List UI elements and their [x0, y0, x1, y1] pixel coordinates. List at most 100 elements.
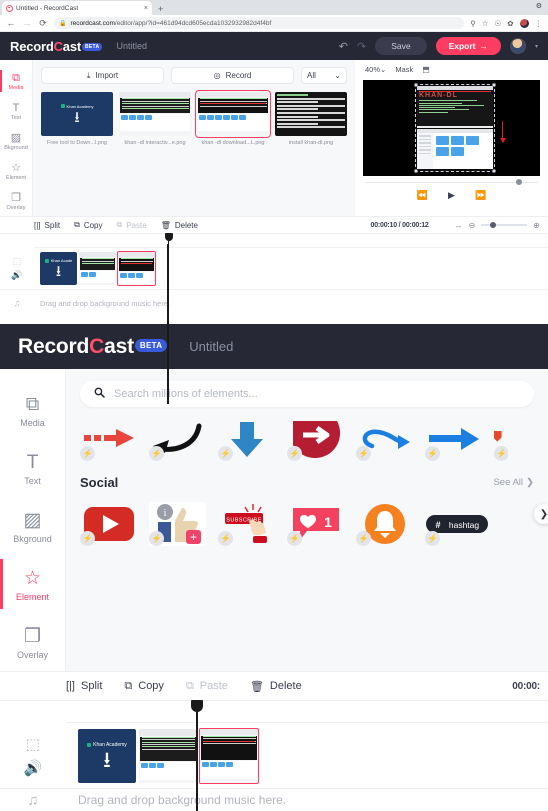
sidebar-item-text[interactable]: T Text [0, 439, 65, 497]
star-icon[interactable]: ☆ [482, 19, 489, 28]
timeline-ruler[interactable] [34, 234, 548, 248]
element-orange-arrow-partial[interactable]: ⚡ [494, 417, 508, 461]
element-youtube-play-button[interactable]: ⚡ [80, 502, 137, 546]
element-red-circle-arrow-right[interactable]: ⚡ [287, 417, 344, 461]
audio-mute-icon[interactable]: 🔊 [11, 270, 22, 281]
element-blue-straight-arrow[interactable]: ⚡ [425, 417, 482, 461]
media-item[interactable]: khan -dl download...L.png [195, 90, 271, 146]
copy-button[interactable]: ⧉ Copy [124, 680, 164, 693]
timeline-clip[interactable]: Khan Academy ⭳ [78, 728, 136, 783]
carousel-next-button[interactable]: ❯ [534, 504, 548, 524]
paste-button: ⧉ Paste [116, 220, 147, 230]
playhead[interactable] [192, 700, 202, 811]
project-title[interactable]: Untitled [116, 41, 147, 51]
timeline-clip[interactable]: Khan Acade ⭳ [40, 252, 77, 285]
window-control-icon[interactable]: ⚙ [536, 2, 542, 10]
video-track-icon[interactable]: ⬚ [26, 735, 40, 753]
sidebar-item-text[interactable]: T Text [0, 96, 32, 126]
play-icon[interactable]: ▶ [448, 190, 455, 201]
search-input[interactable]: Search millions of elements... [80, 381, 534, 407]
media-item[interactable]: Khan Academy ⭳ Free tool to Down...l.png [41, 92, 113, 146]
record-button[interactable]: ◎ Record [171, 67, 294, 84]
element-notification-bell[interactable]: ⚡ [356, 502, 413, 546]
timeline-clip[interactable] [199, 727, 259, 784]
address-bar[interactable]: 🔒 recordcast.com/editor/app/?id=461d94dc… [54, 17, 465, 29]
sidebar-item-overlay[interactable]: ❐ Overlay [0, 186, 32, 216]
element-hashtag-pill[interactable]: # hashtag ⚡ [425, 502, 489, 546]
preview-stage[interactable]: KHAN-DL [363, 80, 540, 176]
resize-handle[interactable] [492, 169, 496, 173]
chevron-down-icon[interactable]: ▾ [535, 43, 538, 50]
more-menu-icon[interactable]: ⋮ [535, 19, 543, 28]
forward-icon[interactable]: → [22, 18, 32, 28]
media-item[interactable]: khan -dl interactiv...e.png [119, 92, 191, 146]
timeline-area-top[interactable]: ⬚ 🔊 Khan Acade ⭳ ♫ Drag and drop backgro… [0, 233, 548, 316]
back-icon[interactable]: ← [6, 18, 16, 28]
save-button[interactable]: Save [375, 37, 427, 55]
undo-icon[interactable]: ↶ [339, 40, 348, 53]
person-icon[interactable]: ☉ [494, 19, 501, 28]
element-black-curved-arrow[interactable]: ⚡ [149, 417, 206, 461]
split-button[interactable]: [|] Split [66, 680, 102, 692]
split-button[interactable]: [|] Split [34, 221, 60, 230]
sidebar-item-bkground[interactable]: ▨ Bkground [0, 497, 65, 555]
zoom-out-icon[interactable]: ⊖ [469, 221, 476, 230]
new-tab-button[interactable]: + [158, 4, 163, 15]
music-track[interactable]: ♫ Drag and drop background music here. [0, 290, 548, 316]
sidebar-item-bkground[interactable]: ▨ Bkground [0, 126, 32, 156]
sidebar-item-media[interactable]: ⧉ Media [0, 66, 32, 96]
scrubber-handle[interactable] [516, 179, 522, 185]
profile-avatar[interactable] [519, 18, 529, 28]
timeline-clip[interactable] [117, 251, 156, 286]
element-dashed-red-arrow-right[interactable]: ⚡ [80, 417, 137, 461]
copy-button[interactable]: ⧉ Copy [74, 220, 102, 230]
timeline-clip[interactable] [139, 728, 197, 783]
mask-button[interactable]: Mask [395, 65, 413, 74]
element-blue-arrow-down[interactable]: ⚡ [218, 417, 275, 461]
extensions-icon[interactable]: ✿ [507, 19, 513, 28]
avatar[interactable] [509, 38, 526, 54]
media-item[interactable]: install khan-dl.png [275, 92, 347, 146]
previous-icon[interactable]: ⏪ [417, 190, 428, 201]
see-all-link[interactable]: See All ❯ [493, 477, 534, 488]
sidebar-item-element[interactable]: ☆ Element [0, 156, 32, 186]
reload-icon[interactable]: ⟳ [38, 18, 48, 29]
export-button[interactable]: Export → [435, 37, 501, 55]
timeline-clip[interactable] [79, 252, 116, 285]
audio-mute-icon[interactable]: 🔊 [24, 759, 43, 777]
selected-media-frame[interactable]: KHAN-DL [414, 83, 506, 173]
zoom-level-select[interactable]: 40%⌄ [365, 65, 386, 74]
timeline-ruler[interactable] [66, 701, 548, 723]
element-blue-loop-arrow-right[interactable]: ⚡ [356, 417, 413, 461]
redo-icon[interactable]: ↷ [357, 40, 366, 53]
video-track[interactable]: ⬚ 🔊 Khan Academy ⭳ [0, 723, 548, 789]
project-title[interactable]: Untitled [189, 339, 233, 354]
delete-button[interactable]: 🗑 Delete [161, 221, 198, 230]
fit-to-screen-icon[interactable]: ↔ [455, 221, 463, 230]
element-thumbs-up-info-plus[interactable]: i + ⚡ [149, 502, 206, 546]
browser-tab[interactable]: Untitled - RecordCast × [2, 1, 152, 15]
close-icon[interactable]: × [144, 5, 148, 12]
next-icon[interactable]: ⏩ [475, 190, 486, 201]
delete-button[interactable]: 🗑 Delete [250, 680, 302, 693]
sidebar-item-media[interactable]: ⧉ Media [0, 381, 65, 439]
resize-handle[interactable] [414, 169, 418, 173]
element-subscribe-button-hand[interactable]: SUBSCRIBE ⚡ [218, 502, 275, 546]
zoom-in-icon[interactable]: ⊕ [533, 221, 540, 230]
sidebar-item-overlay[interactable]: ❐ Overlay [0, 613, 65, 671]
music-track[interactable]: ♫ Drag and drop background music here. [0, 789, 548, 811]
zoom-slider-handle[interactable] [490, 221, 497, 228]
sidebar-item-element[interactable]: ☆ Element [0, 555, 65, 613]
crop-icon[interactable]: ⬒ [422, 65, 430, 74]
media-filter-select[interactable]: All ⌄ [301, 67, 347, 84]
key-icon[interactable]: ⚲ [470, 19, 476, 28]
resize-handle[interactable] [414, 83, 418, 87]
video-track[interactable]: ⬚ 🔊 Khan Acade ⭳ [0, 248, 548, 290]
preview-scrubber[interactable] [365, 179, 538, 185]
resize-handle[interactable] [492, 83, 496, 87]
element-heart-like-counter[interactable]: 1 ⚡ [287, 502, 344, 546]
zoom-slider[interactable] [481, 221, 528, 228]
timeline-area-bottom[interactable]: ⬚ 🔊 Khan Academy ⭳ ♫ Drag and drop backgr… [0, 700, 548, 811]
video-track-icon[interactable]: ⬚ [13, 256, 22, 267]
import-button[interactable]: ⤓ Import [41, 67, 164, 84]
